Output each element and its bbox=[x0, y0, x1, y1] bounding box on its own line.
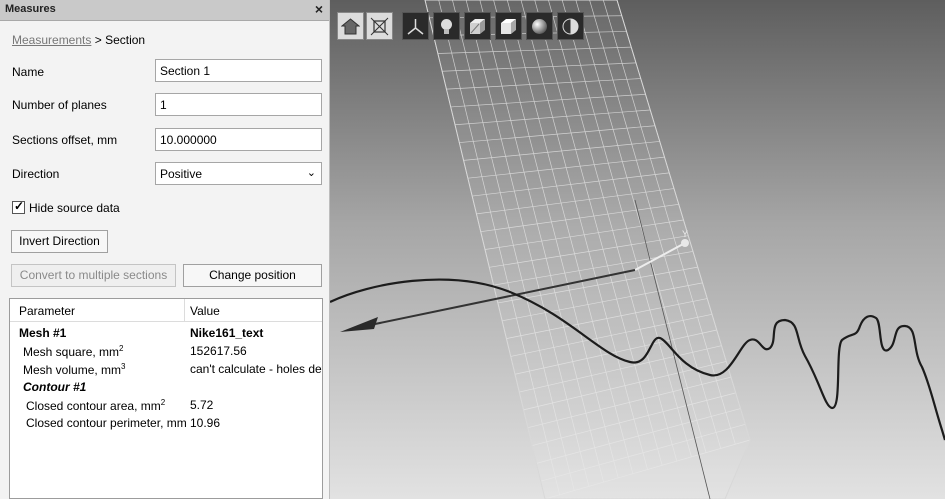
name-label: Name bbox=[12, 65, 45, 79]
breadcrumb-current: Section bbox=[105, 33, 146, 47]
sections-offset-label: Sections offset, mm bbox=[12, 133, 118, 147]
axes-icon bbox=[407, 19, 424, 35]
direction-label: Direction bbox=[12, 167, 60, 181]
breadcrumb-separator: > bbox=[91, 33, 106, 47]
table-row[interactable]: Mesh volume, mm3 can't calculate - holes… bbox=[10, 360, 322, 378]
check-icon: ✓ bbox=[14, 199, 25, 213]
row-value: can't calculate - holes dete bbox=[190, 362, 323, 376]
viewport-canvas: Y bbox=[330, 0, 945, 499]
hide-source-label: Hide source data bbox=[29, 201, 120, 215]
smooth-shading-button[interactable] bbox=[526, 12, 553, 40]
table-header: Parameter Value bbox=[10, 299, 322, 322]
row-value: 152617.56 bbox=[190, 344, 247, 358]
sections-offset-field[interactable] bbox=[155, 128, 322, 151]
fit-all-icon bbox=[370, 17, 389, 36]
column-header-value[interactable]: Value bbox=[190, 304, 220, 318]
table-row[interactable]: Mesh #1 Nike161_text bbox=[10, 324, 322, 342]
home-view-icon bbox=[341, 18, 360, 35]
sphere-icon bbox=[532, 19, 547, 34]
home-view-button[interactable] bbox=[337, 12, 364, 40]
shaded-mode-button[interactable] bbox=[495, 12, 522, 40]
name-field[interactable] bbox=[155, 59, 322, 82]
row-parameter: Closed contour area, mm2 bbox=[26, 398, 166, 413]
change-position-button[interactable]: Change position bbox=[183, 264, 322, 287]
invert-direction-button[interactable]: Invert Direction bbox=[11, 230, 108, 253]
row-parameter: Contour #1 bbox=[23, 380, 87, 394]
number-of-planes-label: Number of planes bbox=[12, 98, 107, 112]
column-divider bbox=[184, 299, 185, 321]
convert-to-multiple-sections-button[interactable]: Convert to multiple sections bbox=[11, 264, 176, 287]
shaded-cube-icon bbox=[501, 19, 516, 34]
table-row[interactable]: Closed contour area, mm2 5.72 bbox=[10, 396, 322, 414]
row-parameter: Mesh square, mm2 bbox=[23, 344, 124, 359]
breadcrumb-link-measurements[interactable]: Measurements bbox=[12, 33, 91, 47]
table-row[interactable]: Mesh square, mm2 152617.56 bbox=[10, 342, 322, 360]
row-value: Nike161_text bbox=[190, 326, 264, 340]
column-header-parameter[interactable]: Parameter bbox=[19, 304, 75, 318]
row-parameter: Mesh volume, mm3 bbox=[23, 362, 126, 377]
panel-title: Measures bbox=[5, 3, 56, 15]
half-moon-icon bbox=[562, 18, 579, 35]
axis-origin-handle[interactable] bbox=[681, 239, 689, 247]
backface-button[interactable] bbox=[557, 12, 584, 40]
direction-select[interactable]: Positive ⌄ bbox=[155, 162, 322, 185]
direction-select-value: Positive bbox=[160, 167, 203, 181]
panel-titlebar: Measures × bbox=[0, 0, 329, 21]
hide-source-checkbox[interactable]: ✓ bbox=[12, 199, 25, 214]
measures-panel: Measures × Measurements > Section Name N… bbox=[0, 0, 330, 499]
textured-mode-button[interactable] bbox=[464, 12, 491, 40]
parameters-table: Parameter Value Mesh #1 Nike161_text Mes… bbox=[9, 298, 323, 499]
textured-cube-icon bbox=[470, 19, 485, 34]
axes-button[interactable] bbox=[402, 12, 429, 40]
chevron-down-icon: ⌄ bbox=[306, 167, 316, 179]
close-icon[interactable]: × bbox=[315, 1, 323, 17]
3d-viewport[interactable]: Y bbox=[330, 0, 945, 499]
light-bulb-icon bbox=[441, 19, 452, 34]
number-of-planes-field[interactable] bbox=[155, 93, 322, 116]
axis-label-y: Y bbox=[682, 229, 688, 239]
lighting-button[interactable] bbox=[433, 12, 460, 40]
row-value: 5.72 bbox=[190, 398, 214, 412]
table-row[interactable]: Closed contour perimeter, mm 10.96 bbox=[10, 414, 322, 432]
breadcrumb: Measurements > Section bbox=[12, 33, 145, 47]
fit-all-button[interactable] bbox=[366, 12, 393, 40]
row-parameter: Closed contour perimeter, mm bbox=[26, 416, 187, 430]
row-parameter: Mesh #1 bbox=[19, 326, 67, 340]
row-value: 10.96 bbox=[190, 416, 221, 430]
table-row[interactable]: Contour #1 bbox=[10, 378, 322, 396]
